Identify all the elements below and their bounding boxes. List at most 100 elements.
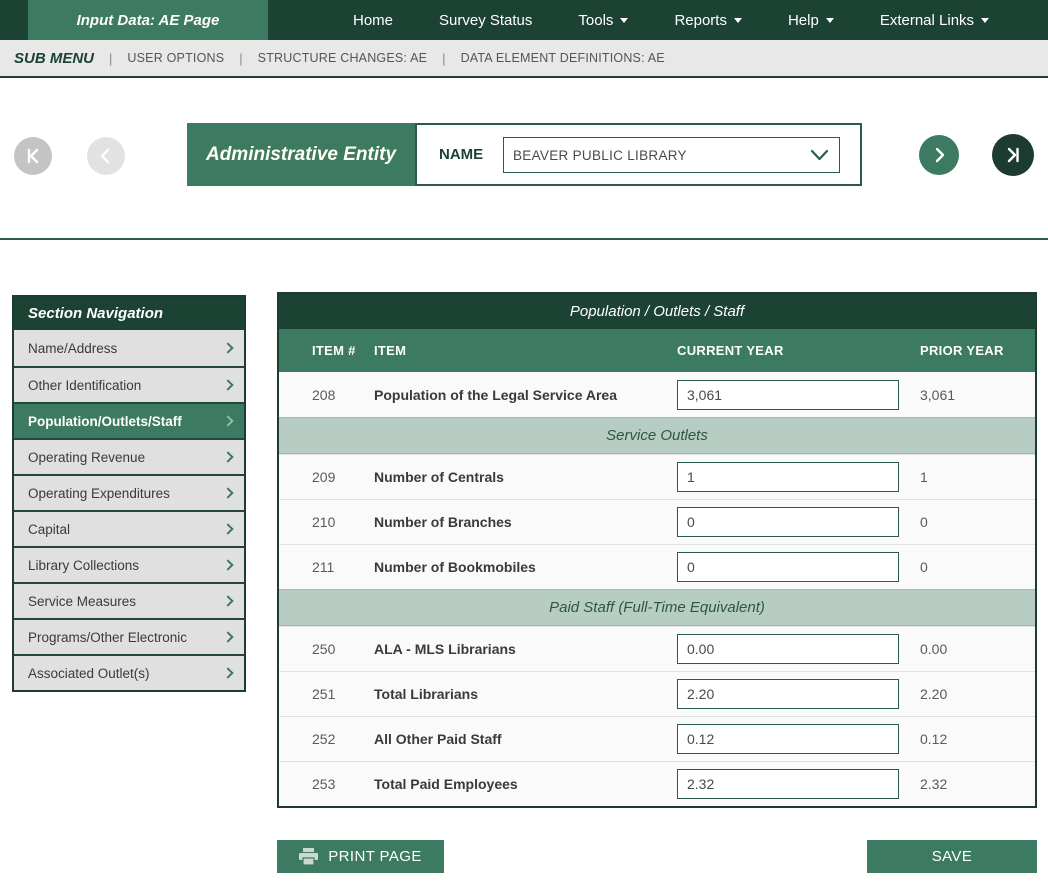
- sidebar-item-capital[interactable]: Capital: [14, 510, 244, 546]
- chevron-right-icon: [222, 595, 233, 606]
- top-nav-label: Reports: [674, 12, 727, 29]
- column-header-item: ITEM #: [312, 343, 374, 358]
- save-button[interactable]: SAVE: [867, 840, 1037, 873]
- item-label: Number of Bookmobiles: [374, 559, 677, 575]
- caret-down-icon: [826, 18, 834, 23]
- chevron-down-icon: [810, 149, 829, 161]
- sidebar-item-operating-expenditures[interactable]: Operating Expenditures: [14, 474, 244, 510]
- entity-name-select[interactable]: BEAVER PUBLIC LIBRARY: [503, 137, 840, 173]
- table-row-251: 251Total Librarians2.20: [279, 671, 1035, 716]
- table-row-250: 250ALA - MLS Librarians 0.00: [279, 626, 1035, 671]
- section-navigation-items: Name/AddressOther Identification Populati…: [14, 330, 244, 690]
- submenu-item-structure-changes-ae[interactable]: STRUCTURE CHANGES: AE: [258, 51, 428, 65]
- sidebar-item-library-collections[interactable]: Library Collections: [14, 546, 244, 582]
- item-number: 210: [312, 514, 374, 530]
- item-label: Total Paid Employees: [374, 776, 677, 792]
- current-year-input-251[interactable]: [677, 679, 899, 709]
- next-record-button[interactable]: [919, 135, 959, 175]
- sidebar-item-associated-outlet-s[interactable]: Associated Outlet(s): [14, 654, 244, 690]
- top-nav-label: Survey Status: [439, 12, 532, 29]
- sidebar-item-label: Service Measures: [28, 594, 136, 609]
- prior-year-value: 2.20: [920, 686, 1035, 702]
- top-nav-reports[interactable]: Reports: [651, 0, 765, 40]
- prior-year-value: 0.00: [920, 641, 1035, 657]
- print-page-button[interactable]: PRINT PAGE: [277, 840, 444, 873]
- page: Input Data: AE Page Home Survey Status Too…: [0, 0, 1048, 885]
- table-row-208: 208Population of the Legal Service Area3…: [279, 372, 1035, 417]
- first-record-button[interactable]: [14, 137, 52, 175]
- entity-title: Administrative Entity: [187, 123, 415, 186]
- column-header-current-year: CURRENT YEAR: [677, 343, 920, 358]
- sidebar-item-label: Associated Outlet(s): [28, 666, 150, 681]
- previous-record-icon: [96, 146, 116, 166]
- chevron-right-icon: [222, 415, 233, 426]
- current-year-input-211[interactable]: [677, 552, 899, 582]
- item-number: 252: [312, 731, 374, 747]
- prior-year-value: 0: [920, 514, 1035, 530]
- item-number: 253: [312, 776, 374, 792]
- submenu-item-data-element-definitions-ae[interactable]: DATA ELEMENT DEFINITIONS: AE: [461, 51, 665, 65]
- section-subheader-paid-staff-full-time-equivalent: Paid Staff (Full-Time Equivalent): [279, 589, 1035, 626]
- sidebar-item-name-address[interactable]: Name/Address: [14, 330, 244, 366]
- current-year-input-253[interactable]: [677, 769, 899, 799]
- chevron-right-icon: [222, 451, 233, 462]
- current-year-input-250[interactable]: [677, 634, 899, 664]
- sidebar-item-programs-other-electronic[interactable]: Programs/Other Electronic: [14, 618, 244, 654]
- table-row-210: 210Number of Branches 0: [279, 499, 1035, 544]
- table-row-209: 209Number of Centrals 1: [279, 454, 1035, 499]
- table-row-253: 253Total Paid Employees 2.32: [279, 761, 1035, 806]
- submenu-separator: |: [109, 51, 112, 66]
- item-label: Number of Branches: [374, 514, 677, 530]
- caret-down-icon: [981, 18, 989, 23]
- prior-year-value: 1: [920, 469, 1035, 485]
- table-rows: 208Population of the Legal Service Area3…: [279, 372, 1035, 806]
- current-year-input-208[interactable]: [677, 380, 899, 410]
- top-nav-survey-status[interactable]: Survey Status: [416, 0, 555, 40]
- sidebar-item-label: Operating Expenditures: [28, 486, 170, 501]
- caret-down-icon: [620, 18, 628, 23]
- table-column-headers: ITEM #ITEMCURRENT YEARPRIOR YEAR: [279, 329, 1035, 372]
- item-label: Number of Centrals: [374, 469, 677, 485]
- active-page-tab[interactable]: Input Data: AE Page: [28, 0, 268, 40]
- print-page-label: PRINT PAGE: [328, 848, 421, 865]
- current-year-input-210[interactable]: [677, 507, 899, 537]
- top-nav-label: Tools: [578, 12, 613, 29]
- chevron-right-icon: [222, 523, 233, 534]
- sidebar-item-service-measures[interactable]: Service Measures: [14, 582, 244, 618]
- prior-year-value: 0.12: [920, 731, 1035, 747]
- item-label: All Other Paid Staff: [374, 731, 677, 747]
- sidebar-item-population-outlets-staff[interactable]: Population/Outlets/Staff: [14, 402, 244, 438]
- sidebar-item-label: Capital: [28, 522, 70, 537]
- top-nav-tools[interactable]: Tools: [555, 0, 651, 40]
- sidebar-item-other-identification[interactable]: Other Identification: [14, 366, 244, 402]
- column-header-item: ITEM: [374, 343, 677, 358]
- item-number: 209: [312, 469, 374, 485]
- caret-down-icon: [734, 18, 742, 23]
- submenu-separator: |: [239, 51, 242, 66]
- chevron-right-icon: [222, 667, 233, 678]
- item-number: 250: [312, 641, 374, 657]
- submenu-item-user-options[interactable]: USER OPTIONS: [127, 51, 224, 65]
- prior-year-value: 0: [920, 559, 1035, 575]
- submenu-title: SUB MENU: [14, 50, 94, 67]
- last-record-icon: [1003, 145, 1023, 165]
- sidebar-item-operating-revenue[interactable]: Operating Revenue: [14, 438, 244, 474]
- population-outlets-staff-table: Population / Outlets / Staff ITEM #ITEMC…: [277, 292, 1037, 808]
- table-title: Population / Outlets / Staff: [279, 294, 1035, 329]
- top-nav-home[interactable]: Home: [330, 0, 416, 40]
- subheader-label: Service Outlets: [606, 427, 708, 444]
- submenu-items: | USER OPTIONS | STRUCTURE CHANGES: AE | DATA…: [94, 51, 665, 66]
- top-nav-help[interactable]: Help: [765, 0, 857, 40]
- current-year-input-252[interactable]: [677, 724, 899, 754]
- submenu-separator: |: [442, 51, 445, 66]
- chevron-right-icon: [222, 631, 233, 642]
- last-record-button[interactable]: [992, 134, 1034, 176]
- first-record-icon: [23, 146, 43, 166]
- sidebar-item-label: Population/Outlets/Staff: [28, 414, 182, 429]
- current-year-input-209[interactable]: [677, 462, 899, 492]
- previous-record-button[interactable]: [87, 137, 125, 175]
- item-label: ALA - MLS Librarians: [374, 641, 677, 657]
- item-label: Population of the Legal Service Area: [374, 387, 677, 403]
- prior-year-value: 2.32: [920, 776, 1035, 792]
- top-nav-external-links[interactable]: External Links: [857, 0, 1012, 40]
